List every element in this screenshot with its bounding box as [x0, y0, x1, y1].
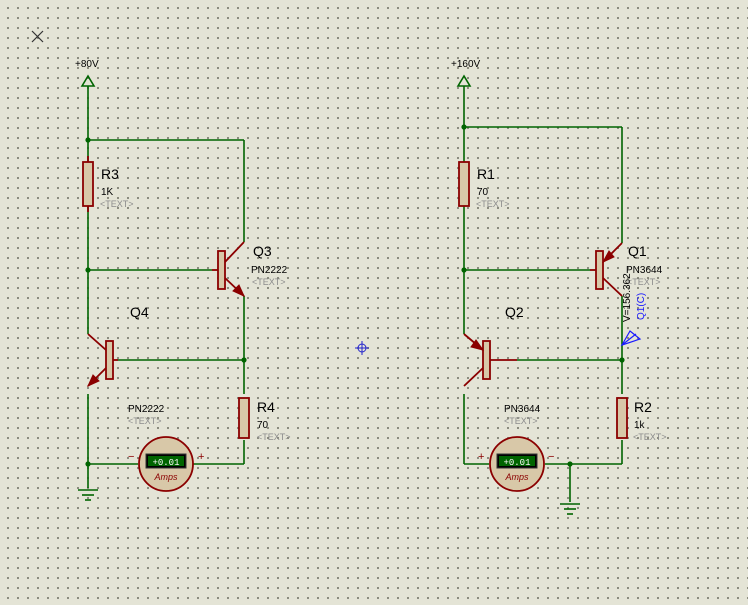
junction-dot [461, 267, 467, 273]
junction-dot [85, 461, 91, 467]
resistor-r4[interactable] [238, 397, 250, 439]
resistor-r1[interactable] [458, 161, 470, 207]
q2-model: PN3644 [504, 404, 541, 415]
ammeter-right-minus: − [548, 451, 554, 463]
q4-model: PN2222 [128, 404, 165, 415]
ground-left-icon[interactable] [78, 489, 98, 501]
r2-text: <TEXT> [633, 432, 667, 442]
schematic-canvas[interactable]: +80V R3 1K <TEXT> Q3 PN2222 <TEXT> Q4 PN… [0, 0, 748, 605]
ammeter-right-reading: +0.01 [503, 458, 530, 468]
voltage-probe-icon[interactable] [620, 330, 642, 347]
q4-text: <TEXT> [128, 416, 162, 426]
q3-name: Q3 [253, 243, 272, 259]
supply-label-80v: +80V [75, 59, 99, 70]
origin-crosshair-icon [355, 341, 369, 355]
ammeter-right-unit: Amps [504, 472, 529, 482]
probe-voltage: V=156.362 [622, 273, 633, 322]
ground-right-icon[interactable] [560, 503, 580, 515]
q3-text: <TEXT> [252, 277, 286, 287]
q3-model: PN2222 [251, 265, 288, 276]
r1-text: <TEXT> [476, 199, 510, 209]
r4-value: 70 [257, 420, 269, 431]
q2-name: Q2 [505, 304, 524, 320]
ammeter-left[interactable]: +0.01 Amps [138, 436, 194, 492]
supply-terminal-80v[interactable] [80, 74, 96, 140]
ammeter-left-plus: + [198, 451, 204, 463]
q4-name: Q4 [130, 304, 149, 320]
r3-name: R3 [101, 166, 119, 182]
right-circuit: +160V R1 70 <TEXT> Q1 PN3644 <TEXT> Q2 P… [451, 59, 667, 515]
ammeter-right[interactable]: +0.01 Amps [489, 436, 545, 492]
transistor-q4[interactable] [86, 333, 118, 388]
r2-value: 1k [634, 420, 646, 431]
ammeter-right-plus: + [478, 451, 484, 463]
r3-value: 1K [101, 187, 114, 198]
left-circuit: +80V R3 1K <TEXT> Q3 PN2222 <TEXT> Q4 PN… [75, 59, 291, 501]
resistor-r3[interactable] [82, 156, 94, 212]
close-icon[interactable] [31, 30, 44, 43]
q1-name: Q1 [628, 243, 647, 259]
junction-dot [567, 461, 573, 467]
q2-text: <TEXT> [504, 416, 538, 426]
r3-text: <TEXT> [100, 199, 134, 209]
ammeter-left-reading: +0.01 [152, 458, 179, 468]
junction-dot [241, 357, 247, 363]
r1-value: 70 [477, 187, 489, 198]
ammeter-left-unit: Amps [153, 472, 178, 482]
junction-dot [85, 137, 91, 143]
resistor-r2[interactable] [616, 397, 628, 439]
junction-dot [461, 124, 467, 130]
ammeter-left-minus: − [128, 451, 134, 463]
probe-label: Q1(C) [636, 293, 647, 320]
supply-label-160v: +160V [451, 59, 481, 70]
transistor-q2[interactable] [463, 333, 517, 387]
r4-text: <TEXT> [257, 432, 291, 442]
transistor-q3[interactable] [212, 241, 246, 298]
right-wires [463, 126, 623, 502]
r1-name: R1 [477, 166, 495, 182]
r2-name: R2 [634, 399, 652, 415]
r4-name: R4 [257, 399, 275, 415]
junction-dot [85, 267, 91, 273]
transistor-q1[interactable] [590, 242, 623, 297]
junction-dot [619, 357, 625, 363]
supply-terminal-160v[interactable] [456, 74, 472, 127]
